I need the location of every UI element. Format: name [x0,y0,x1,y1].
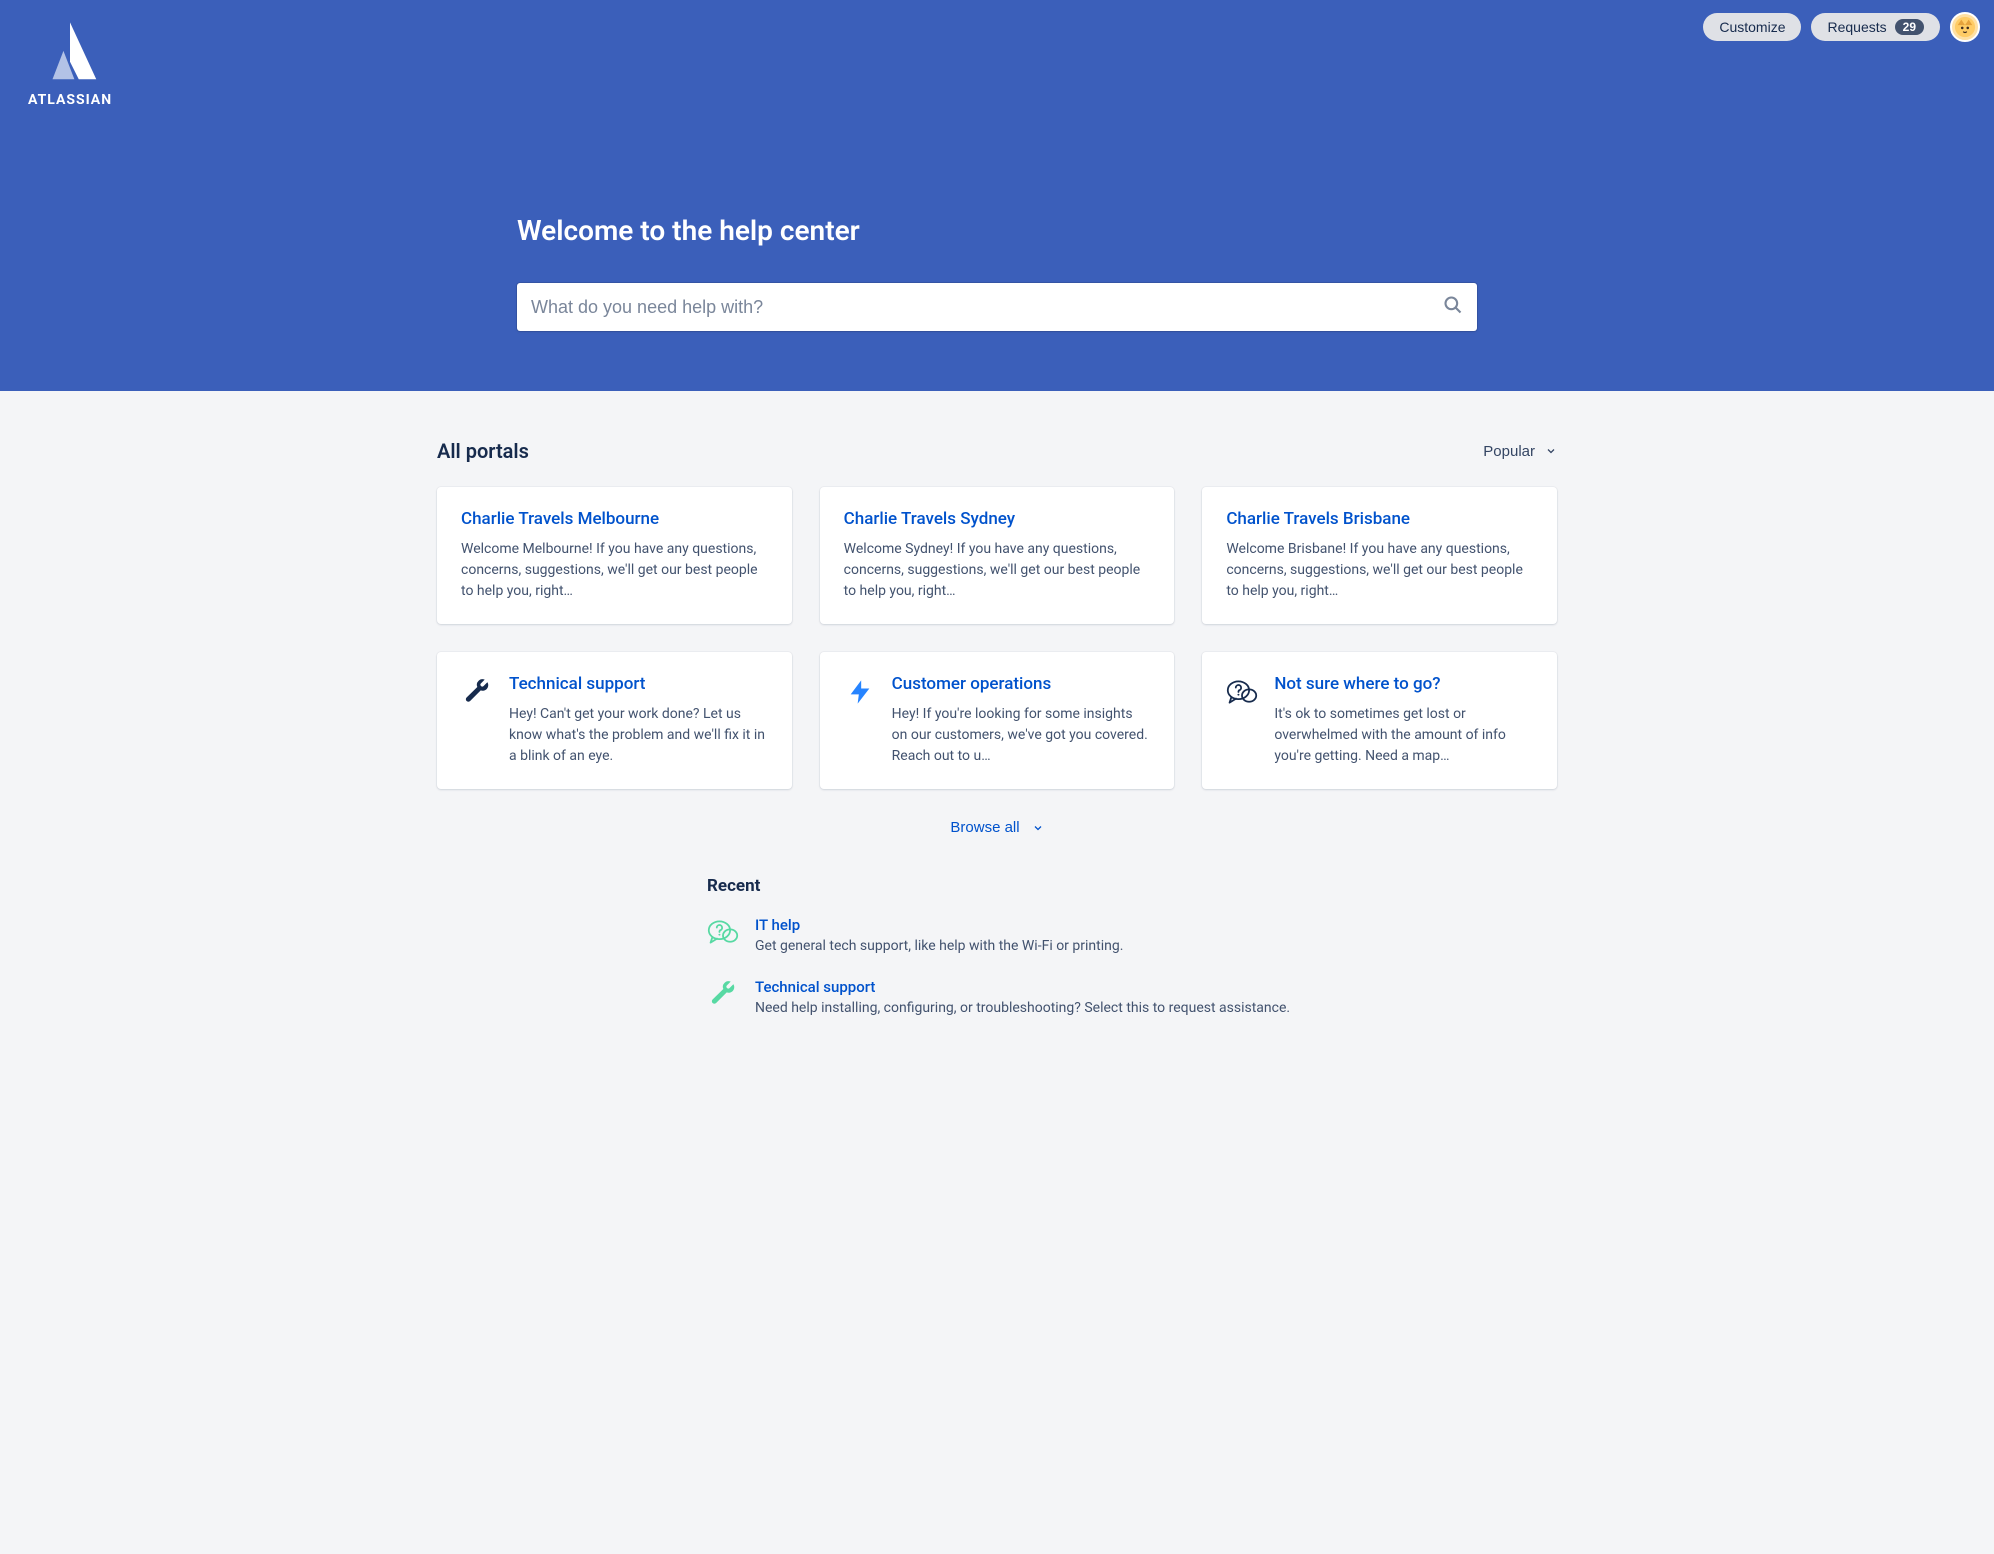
chevron-down-icon [1032,822,1044,834]
recent-item-title: IT help [755,916,1123,934]
customize-button[interactable]: Customize [1703,13,1801,41]
portal-card[interactable]: Not sure where to go? It's ok to sometime… [1202,652,1557,789]
portal-card[interactable]: Charlie Travels Brisbane Welcome Brisbane… [1202,487,1557,624]
hero-banner: Customize Requests 29 ATLASSIAN Welcome … [0,0,1994,391]
browse-all-wrap: Browse all [437,817,1557,836]
portals-grid: Charlie Travels Melbourne Welcome Melbour… [437,487,1557,789]
atlassian-logo-icon [35,18,105,88]
portal-card[interactable]: Charlie Travels Melbourne Welcome Melbour… [437,487,792,624]
portal-card-desc: Welcome Brisbane! If you have any questi… [1226,539,1533,602]
requests-count-badge: 29 [1895,19,1924,35]
search-icon [1443,295,1463,319]
portal-card-desc: Welcome Sydney! If you have any question… [844,539,1151,602]
portal-card-title: Charlie Travels Brisbane [1226,509,1533,529]
top-bar: Customize Requests 29 [0,0,1994,54]
question-green-icon [707,916,739,948]
recent-item-title: Technical support [755,978,1290,996]
sort-button[interactable]: Popular [1483,443,1557,460]
wrench-green-icon [707,978,739,1010]
portal-card-title: Charlie Travels Melbourne [461,509,768,529]
hero-content: Welcome to the help center [517,54,1477,331]
portals-title: All portals [437,439,529,463]
portal-card-title: Customer operations [892,674,1151,694]
avatar[interactable] [1950,12,1980,42]
portal-card-desc: Welcome Melbourne! If you have any quest… [461,539,768,602]
browse-all-label: Browse all [950,819,1019,836]
recent-section: Recent IT help Get general tech support, … [527,876,1467,1016]
recent-item[interactable]: Technical support Need help installing, c… [707,978,1467,1016]
main-content: All portals Popular Charlie Travels Melb… [397,391,1597,1100]
question-icon [1226,676,1258,708]
page-title: Welcome to the help center [517,214,1477,247]
wrench-icon [461,676,493,708]
bolt-icon [844,676,876,708]
customize-label: Customize [1719,19,1785,35]
portals-header: All portals Popular [437,439,1557,463]
portal-card-title: Charlie Travels Sydney [844,509,1151,529]
portal-card[interactable]: Customer operations Hey! If you're lookin… [820,652,1175,789]
recent-item-desc: Need help installing, configuring, or tr… [755,1000,1290,1016]
recent-item-desc: Get general tech support, like help with… [755,938,1123,954]
requests-label: Requests [1827,19,1886,35]
portal-card-desc: Hey! Can't get your work done? Let us kn… [509,704,768,767]
portal-card[interactable]: Technical support Hey! Can't get your wor… [437,652,792,789]
portal-card[interactable]: Charlie Travels Sydney Welcome Sydney! If… [820,487,1175,624]
portal-card-desc: It's ok to sometimes get lost or overwhe… [1274,704,1533,767]
requests-button[interactable]: Requests 29 [1811,13,1940,41]
avatar-icon [1954,16,1976,38]
brand-logo: ATLASSIAN [28,18,112,108]
brand-name: ATLASSIAN [28,92,112,108]
portal-card-title: Technical support [509,674,768,694]
portal-card-title: Not sure where to go? [1274,674,1533,694]
portal-card-desc: Hey! If you're looking for some insights… [892,704,1151,767]
browse-all-button[interactable]: Browse all [950,819,1043,836]
recent-list: IT help Get general tech support, like he… [707,916,1467,1016]
search-input[interactable] [517,283,1477,331]
sort-label: Popular [1483,443,1535,460]
search-box [517,283,1477,331]
recent-title: Recent [707,876,1467,896]
recent-item[interactable]: IT help Get general tech support, like he… [707,916,1467,954]
chevron-down-icon [1545,445,1557,457]
